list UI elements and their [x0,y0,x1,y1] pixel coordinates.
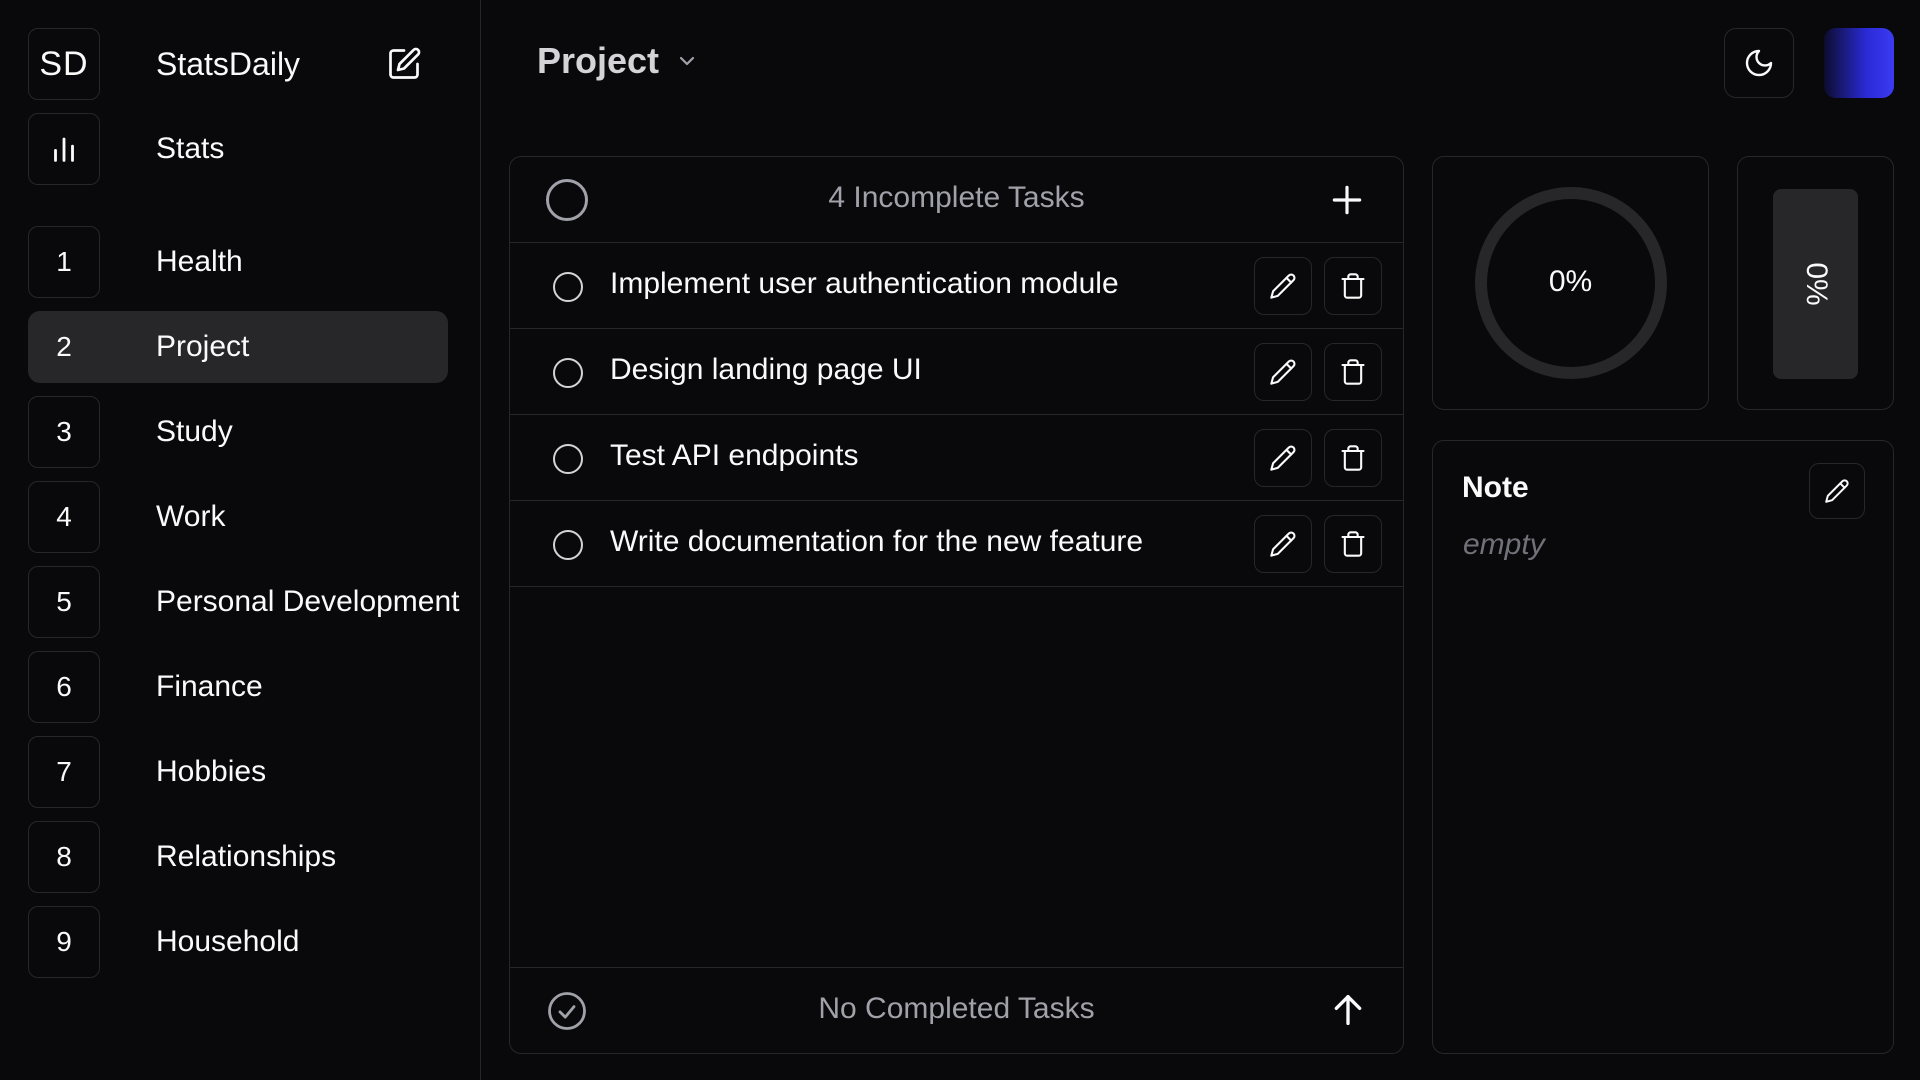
brand-logo: SD [28,28,100,100]
task-row: Write documentation for the new feature [510,501,1403,587]
edit-task-button[interactable] [1254,257,1312,315]
pencil-icon [1270,273,1296,299]
chevron-down-icon [679,56,695,66]
sidebar-item-study[interactable]: 3 Study [28,396,448,468]
stats-icon-box [28,113,100,185]
task-row: Implement user authentication module [510,243,1403,329]
trash-icon [1341,445,1365,471]
progress-ring-card: 0% [1432,156,1709,410]
square-pen-icon [389,47,421,79]
sidebar-item-label: Hobbies [156,755,267,788]
sidebar-item-stats[interactable]: Stats [28,113,448,185]
note-body: empty [1463,528,1545,561]
progress-ring-label: 0% [1548,265,1593,298]
sidebar-item-label: Work [156,500,226,533]
add-task-button[interactable] [1328,181,1366,219]
sidebar-item-health[interactable]: 1 Health [28,226,448,298]
sidebar-item-number: 9 [28,906,100,978]
sidebar-item-number: 2 [56,331,72,362]
edit-task-button[interactable] [1254,429,1312,487]
task-checkbox[interactable] [553,358,583,388]
progress-bar: 0% [1773,189,1858,379]
edit-task-button[interactable] [1254,343,1312,401]
sidebar-item-number: 8 [28,821,100,893]
theme-toggle-button[interactable] [1724,28,1794,98]
pencil-icon [1270,531,1296,557]
sidebar-item-relationships[interactable]: 8 Relationships [28,821,448,893]
sidebar-item-label: Household [156,925,300,958]
sidebar-item-number: 1 [28,226,100,298]
moon-icon [1745,49,1773,77]
edit-note-button[interactable] [1809,463,1865,519]
sidebar-item-label: Personal Development [156,585,460,618]
sidebar-item-label: Relationships [156,840,337,873]
incomplete-tasks-header: 4 Incomplete Tasks [510,157,1403,243]
sidebar-item-number: 5 [28,566,100,638]
sidebar-item-label: Health [156,245,243,278]
incomplete-tasks-title: 4 Incomplete Tasks [828,181,1085,214]
trash-icon [1341,531,1365,557]
progress-bar-card: 0% [1737,156,1894,410]
task-text: Design landing page UI [610,353,922,386]
delete-task-button[interactable] [1324,515,1382,573]
sidebar-item-number: 6 [28,651,100,723]
task-text: Implement user authentication module [610,267,1119,300]
edit-task-button[interactable] [1254,515,1312,573]
task-checkbox[interactable] [553,272,583,302]
completed-tasks-footer: No Completed Tasks [510,967,1403,1053]
delete-task-button[interactable] [1324,343,1382,401]
pencil-icon [1270,445,1296,471]
bar-chart-icon [54,137,74,162]
task-text: Test API endpoints [610,439,859,472]
pencil-icon [1270,359,1296,385]
delete-task-button[interactable] [1324,257,1382,315]
sidebar-item-work[interactable]: 4 Work [28,481,448,553]
plus-icon [1332,185,1362,215]
new-note-button[interactable] [386,46,422,82]
sidebar-item-project[interactable]: 2 Project [28,311,448,383]
sidebar-item-label: Study [156,415,233,448]
sidebar-item-label: Project [156,330,250,363]
sidebar-item-label: Stats [156,132,225,165]
task-row: Design landing page UI [510,329,1403,415]
note-title: Note [1462,471,1529,504]
sidebar-item-number: 4 [28,481,100,553]
sidebar-item-household[interactable]: 9 Household [28,906,448,978]
trash-icon [1341,273,1365,299]
avatar[interactable] [1824,28,1894,98]
app-title: StatsDaily [156,45,301,82]
sidebar: SD StatsDaily Stats 1 Health 2 Project 3… [0,0,481,1080]
sidebar-item-personal-development[interactable]: 5 Personal Development [28,566,460,638]
arrow-up-icon [1334,995,1362,1025]
sidebar-item-number: 3 [28,396,100,468]
task-panel: 4 Incomplete Tasks Implement user authen… [509,156,1404,1054]
task-checkbox[interactable] [553,530,583,560]
page-title: Project [537,40,660,81]
brand-row: SD StatsDaily [28,28,448,100]
sidebar-item-hobbies[interactable]: 7 Hobbies [28,736,448,808]
delete-task-button[interactable] [1324,429,1382,487]
task-row: Test API endpoints [510,415,1403,501]
task-text: Write documentation for the new feature [610,525,1144,558]
scroll-top-button[interactable] [1328,990,1368,1030]
sidebar-item-label: Finance [156,670,263,703]
note-card: Note empty [1432,440,1894,1054]
pencil-icon [1825,479,1849,503]
category-dropdown[interactable]: Project [537,40,699,82]
progress-bar-label: 0% [1799,262,1833,306]
trash-icon [1341,359,1365,385]
sidebar-item-finance[interactable]: 6 Finance [28,651,448,723]
sidebar-item-number: 7 [28,736,100,808]
completed-tasks-title: No Completed Tasks [818,992,1095,1025]
task-checkbox[interactable] [553,444,583,474]
